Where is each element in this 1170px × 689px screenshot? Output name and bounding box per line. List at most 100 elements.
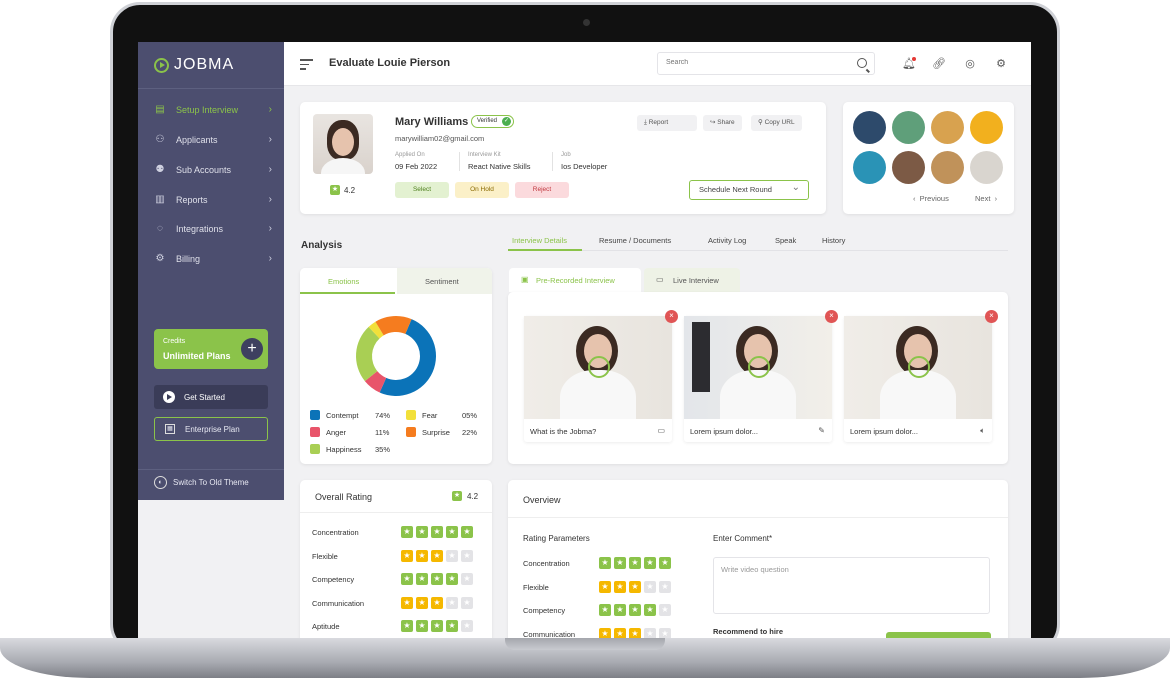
tab-pre-recorded[interactable]: ▣ Pre-Recorded Interview [509, 268, 641, 292]
candidate-thumbnail[interactable] [892, 151, 925, 184]
star-icon[interactable]: ★ [401, 596, 413, 609]
copy-url-button[interactable]: ⚲ Copy URL [751, 115, 802, 131]
tab-activity-log[interactable]: Activity Log [708, 236, 746, 245]
star-icon[interactable]: ★ [416, 620, 428, 632]
star-icon[interactable]: ★ [614, 604, 626, 616]
report-button[interactable]: ⤓ Report [637, 115, 697, 131]
share-button[interactable]: ↪ Share [703, 115, 742, 131]
reject-button[interactable]: Reject [515, 182, 569, 198]
candidate-thumbnail[interactable] [853, 111, 886, 144]
candidate-thumbnail[interactable] [970, 111, 1003, 144]
candidate-thumbnail[interactable] [931, 151, 964, 184]
star-icon[interactable]: ★ [431, 549, 443, 562]
star-icon[interactable]: ★ [644, 604, 656, 616]
tab-sentiment[interactable]: Sentiment [397, 268, 492, 294]
star-icon[interactable]: ★ [614, 580, 626, 593]
sidebar-item-integrations[interactable]: ◌ Integrations › [154, 219, 278, 239]
gear-icon[interactable]: ⚙ [994, 57, 1008, 71]
star-icon[interactable]: ★ [446, 526, 458, 538]
candidate-thumbnail[interactable] [853, 151, 886, 184]
star-icon[interactable]: ★ [446, 596, 458, 609]
sidebar-item-sub-accounts[interactable]: ⚉ Sub Accounts › [154, 160, 278, 180]
star-icon[interactable]: ★ [446, 620, 458, 632]
close-icon[interactable]: × [665, 310, 678, 323]
star-icon[interactable]: ★ [629, 604, 641, 616]
star-icon[interactable]: ★ [431, 596, 443, 609]
logo[interactable]: JOBMA [154, 56, 234, 74]
video-thumbnail[interactable] [684, 316, 832, 419]
star-icon[interactable]: ★ [416, 526, 428, 538]
candidate-thumbnail[interactable] [931, 111, 964, 144]
notification-bell-icon[interactable]: 🔔︎ [902, 57, 916, 71]
comment-textarea[interactable]: Write video question [713, 557, 990, 614]
star-rating[interactable]: ★ ★ ★ ★ ★ [401, 549, 473, 562]
sidebar-item-reports[interactable]: ▥ Reports › [154, 190, 278, 210]
star-icon[interactable]: ★ [431, 573, 443, 585]
star-rating[interactable]: ★ ★ ★ ★ ★ [401, 573, 473, 585]
link-icon[interactable]: 🔗︎ [932, 57, 946, 71]
globe-icon[interactable]: ◎ [963, 57, 977, 71]
star-icon[interactable]: ★ [461, 549, 473, 562]
tab-live-interview[interactable]: ▭ Live Interview [644, 268, 740, 292]
star-icon[interactable]: ★ [416, 596, 428, 609]
close-icon[interactable]: × [825, 310, 838, 323]
star-rating[interactable]: ★ ★ ★ ★ ★ [599, 604, 671, 616]
star-icon[interactable]: ★ [431, 526, 443, 538]
star-icon[interactable]: ★ [644, 557, 656, 569]
star-icon[interactable]: ★ [659, 604, 671, 616]
star-rating[interactable]: ★ ★ ★ ★ ★ [599, 557, 671, 569]
star-icon[interactable]: ★ [431, 620, 443, 632]
video-card[interactable]: × Lorem ipsum dolor... 🔈︎ [844, 310, 998, 442]
search-input[interactable] [666, 59, 846, 66]
star-icon[interactable]: ★ [461, 526, 473, 538]
star-icon[interactable]: ★ [599, 580, 611, 593]
candidate-thumbnail[interactable] [970, 151, 1003, 184]
pencil-icon[interactable]: ✎ [818, 426, 825, 435]
star-rating[interactable]: ★ ★ ★ ★ ★ [401, 526, 473, 538]
star-icon[interactable]: ★ [629, 557, 641, 569]
star-icon[interactable]: ★ [629, 580, 641, 593]
star-rating[interactable]: ★ ★ ★ ★ ★ [599, 580, 671, 593]
speaker-icon[interactable]: 🔈︎ [980, 426, 985, 436]
star-icon[interactable]: ★ [416, 549, 428, 562]
star-icon[interactable]: ★ [461, 573, 473, 585]
star-icon[interactable]: ★ [401, 620, 413, 632]
on-hold-button[interactable]: On Hold [455, 182, 509, 198]
tab-speak[interactable]: Speak [775, 236, 796, 245]
next-button[interactable]: Next › [975, 194, 997, 203]
tab-resume-documents[interactable]: Resume / Documents [599, 236, 671, 245]
candidate-email[interactable]: marywilliam02@gmail.com [395, 134, 484, 143]
star-icon[interactable]: ★ [461, 620, 473, 632]
add-credits-button[interactable]: + [241, 338, 263, 360]
tab-interview-details[interactable]: Interview Details [512, 236, 567, 245]
sidebar-item-billing[interactable]: ⚙ Billing › [154, 249, 278, 269]
close-icon[interactable]: × [985, 310, 998, 323]
get-started-button[interactable]: Get Started [154, 385, 268, 409]
video-thumbnail[interactable] [524, 316, 672, 419]
video-card[interactable]: × What is the Jobma? ▭ [524, 310, 678, 442]
sidebar-item-applicants[interactable]: ⚇ Applicants › [154, 130, 278, 150]
switch-theme-button[interactable]: ◐ Switch To Old Theme [154, 476, 249, 489]
previous-button[interactable]: ‹ Previous [913, 194, 949, 203]
star-icon[interactable]: ★ [401, 526, 413, 538]
sidebar-item-setup-interview[interactable]: ▤ Setup Interview › [154, 100, 278, 120]
star-icon[interactable]: ★ [659, 557, 671, 569]
star-icon[interactable]: ★ [461, 596, 473, 609]
star-icon[interactable]: ★ [659, 580, 671, 593]
star-icon[interactable]: ★ [599, 604, 611, 616]
video-card[interactable]: × Lorem ipsum dolor... ✎ [684, 310, 838, 442]
menu-icon[interactable] [300, 59, 313, 73]
star-rating[interactable]: ★ ★ ★ ★ ★ [401, 620, 473, 632]
video-camera-icon[interactable]: ▭ [657, 426, 665, 435]
star-icon[interactable]: ★ [401, 573, 413, 585]
video-thumbnail[interactable] [844, 316, 992, 419]
star-icon[interactable]: ★ [599, 557, 611, 569]
schedule-next-round-dropdown[interactable]: Schedule Next Round [689, 179, 809, 200]
star-icon[interactable]: ★ [416, 573, 428, 585]
star-icon[interactable]: ★ [644, 580, 656, 593]
tab-emotions[interactable]: Emotions [300, 268, 395, 294]
star-icon[interactable]: ★ [614, 557, 626, 569]
tab-history[interactable]: History [822, 236, 845, 245]
star-icon[interactable]: ★ [446, 573, 458, 585]
star-icon[interactable]: ★ [446, 549, 458, 562]
